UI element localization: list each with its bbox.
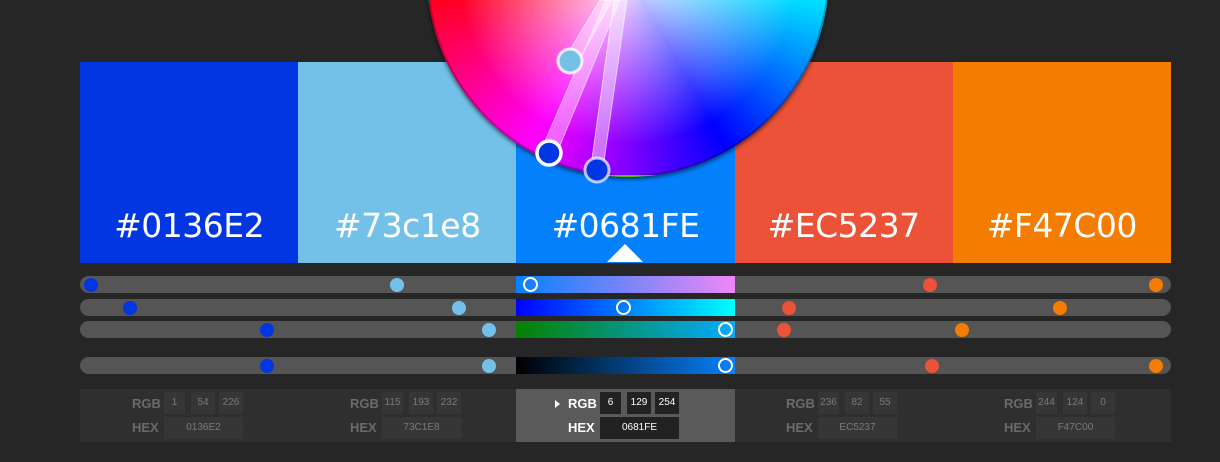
red-field[interactable]: 236 xyxy=(818,392,839,414)
hex-field[interactable]: 0136E2 xyxy=(164,417,243,439)
rgb-label: RGB xyxy=(1004,396,1033,411)
swatch-hex-label: #0136E2 xyxy=(114,206,265,245)
blue-field[interactable]: 254 xyxy=(655,392,679,414)
hex-field[interactable]: 73C1E8 xyxy=(382,417,461,439)
saturation-knob-3[interactable] xyxy=(782,300,797,315)
green-field[interactable]: 129 xyxy=(627,392,651,414)
rgb-label: RGB xyxy=(132,396,161,411)
triangle-right-icon[interactable] xyxy=(555,400,560,408)
green-field[interactable]: 54 xyxy=(191,392,215,414)
blue-field[interactable]: 0 xyxy=(1091,392,1115,414)
green-knob-3[interactable] xyxy=(776,322,791,337)
hue-knob-1[interactable] xyxy=(390,277,405,292)
value-knob-1[interactable] xyxy=(482,358,497,373)
red-field[interactable]: 115 xyxy=(382,392,403,414)
slider-saturation[interactable] xyxy=(80,299,1171,316)
hue-knob-0[interactable] xyxy=(83,277,98,292)
saturation-knob-2[interactable] xyxy=(615,300,631,315)
blue-field[interactable]: 55 xyxy=(873,392,897,414)
hue-knob-4[interactable] xyxy=(1148,277,1163,292)
green-field[interactable]: 82 xyxy=(845,392,869,414)
rgb-label: RGB xyxy=(568,396,597,411)
red-field[interactable]: 244 xyxy=(1036,392,1057,414)
values-column-4: RGB 244 124 0 HEX F47C00 xyxy=(952,389,1171,442)
saturation-knob-0[interactable] xyxy=(123,300,138,315)
hex-field[interactable]: EC5237 xyxy=(818,417,897,439)
red-field[interactable]: 6 xyxy=(600,392,621,414)
hex-field[interactable]: F47C00 xyxy=(1036,417,1115,439)
value-knob-3[interactable] xyxy=(925,358,940,373)
hue-knob-3[interactable] xyxy=(922,277,937,292)
value-knob-0[interactable] xyxy=(259,358,274,373)
green-field[interactable]: 124 xyxy=(1063,392,1087,414)
blue-field[interactable]: 226 xyxy=(219,392,243,414)
swatch-4[interactable]: #F47C00 xyxy=(952,62,1171,263)
selected-swatch-caret xyxy=(607,244,643,262)
hex-label: HEX xyxy=(568,420,595,435)
hex-label: HEX xyxy=(350,420,377,435)
saturation-knob-4[interactable] xyxy=(1052,300,1067,315)
hex-label: HEX xyxy=(1004,420,1031,435)
slider-hue[interactable] xyxy=(80,276,1171,293)
values-column-2: RGB 6 129 254 HEX 0681FE xyxy=(516,389,735,442)
slider-green[interactable] xyxy=(80,321,1171,338)
swatch-hex-label: #F47C00 xyxy=(986,206,1138,245)
green-knob-1[interactable] xyxy=(482,322,497,337)
swatch-hex-label: #73c1e8 xyxy=(333,206,481,245)
values-column-0: RGB 1 54 226 HEX 0136E2 xyxy=(80,389,299,442)
value-knob-4[interactable] xyxy=(1148,358,1163,373)
values-column-1: RGB 115 193 232 HEX 73C1E8 xyxy=(298,389,517,442)
blue-field[interactable]: 232 xyxy=(437,392,461,414)
hex-label: HEX xyxy=(132,420,159,435)
green-field[interactable]: 193 xyxy=(409,392,433,414)
rgb-label: RGB xyxy=(786,396,815,411)
hex-label: HEX xyxy=(786,420,813,435)
green-knob-4[interactable] xyxy=(954,322,969,337)
swatch-hex-label: #EC5237 xyxy=(767,206,921,245)
slider-value[interactable] xyxy=(80,357,1171,374)
hex-field[interactable]: 0681FE xyxy=(600,417,679,439)
values-column-3: RGB 236 82 55 HEX EC5237 xyxy=(734,389,953,442)
saturation-knob-1[interactable] xyxy=(451,300,466,315)
swatch-0[interactable]: #0136E2 xyxy=(80,62,299,263)
red-field[interactable]: 1 xyxy=(164,392,185,414)
slider-hue-gradient xyxy=(516,276,735,293)
slider-value-gradient xyxy=(516,357,735,374)
green-knob-0[interactable] xyxy=(259,322,274,337)
slider-green-gradient xyxy=(516,321,735,338)
swatch-hex-label: #0681FE xyxy=(551,206,700,245)
color-values-panel: RGB 1 54 226 HEX 0136E2 RGB 115 193 232 … xyxy=(80,389,1171,442)
hue-knob-2[interactable] xyxy=(523,277,539,292)
rgb-label: RGB xyxy=(350,396,379,411)
